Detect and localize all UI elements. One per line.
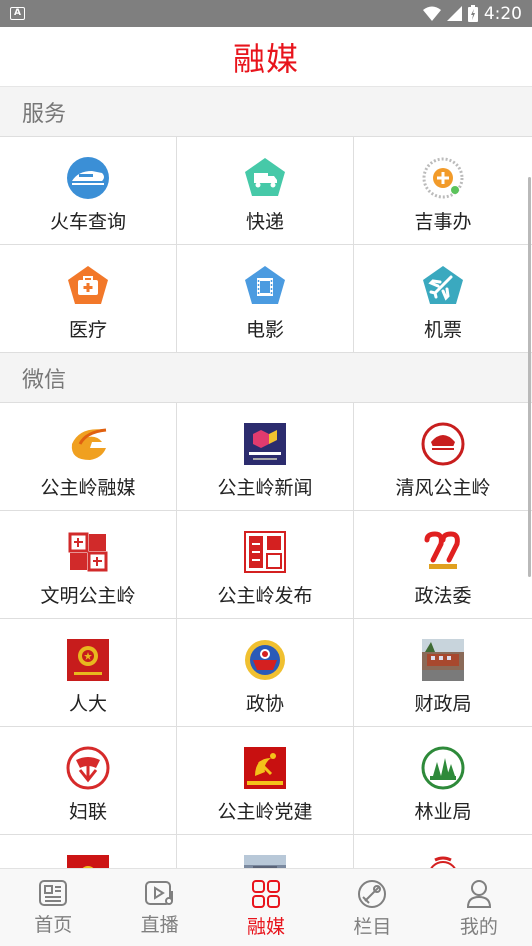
wechat-item-forestry[interactable]: 林业局 — [354, 727, 532, 835]
wenming-seal-icon — [66, 530, 110, 574]
columns-icon — [358, 880, 387, 908]
renda-emblem-icon — [66, 638, 110, 682]
nav-label: 融媒 — [247, 916, 286, 938]
wechat-item-zhengfawei[interactable]: 政法委 — [354, 511, 532, 619]
wechat-item-zhengxie[interactable]: 政协 — [177, 619, 354, 727]
service-label: 快递 — [245, 211, 284, 233]
partial-red-logo-icon — [66, 854, 110, 868]
battery-icon — [467, 5, 478, 22]
wechat-item-women-federation[interactable]: 妇联 — [0, 727, 177, 835]
wechat-item-gzl-news[interactable]: 公主岭新闻 — [177, 403, 354, 511]
bottom-navigation: 首页 直播 融媒 栏目 我的 — [0, 868, 532, 946]
zhengfawei-logo-icon — [421, 530, 465, 574]
nav-label: 直播 — [140, 914, 179, 936]
forestry-bureau-icon — [421, 746, 465, 790]
airplane-icon — [421, 264, 465, 308]
party-building-icon — [243, 746, 287, 790]
delivery-truck-icon — [243, 156, 287, 200]
jishiban-qr-icon — [421, 156, 465, 200]
nav-label: 我的 — [459, 916, 498, 938]
wechat-label: 文明公主岭 — [40, 585, 136, 607]
nav-home[interactable]: 首页 — [0, 869, 106, 946]
wechat-item-partial-2[interactable] — [177, 835, 354, 868]
service-label: 火车查询 — [49, 211, 126, 233]
wechat-label: 公主岭融媒 — [40, 477, 136, 499]
qingfeng-logo-icon — [421, 422, 465, 466]
service-item-movie[interactable]: 电影 — [177, 245, 354, 353]
nav-label: 首页 — [34, 914, 73, 936]
services-grid: 火车查询 快递 吉事办 医疗 电影 机票 — [0, 137, 532, 353]
service-label: 医疗 — [68, 319, 107, 341]
content-scroll-area[interactable]: 服务 火车查询 快递 吉事办 医疗 电影 机票 微信 公主岭融媒 公主岭新闻 清… — [0, 87, 532, 868]
wechat-label: 人大 — [68, 693, 107, 715]
section-header-wechat: 微信 — [0, 353, 532, 403]
scrollbar[interactable] — [528, 177, 531, 577]
service-item-train[interactable]: 火车查询 — [0, 137, 177, 245]
wechat-item-gzl-release[interactable]: 公主岭发布 — [177, 511, 354, 619]
service-label: 吉事办 — [414, 211, 472, 233]
film-icon — [243, 264, 287, 308]
service-label: 机票 — [423, 319, 462, 341]
wechat-item-gzl-media[interactable]: 公主岭融媒 — [0, 403, 177, 511]
gzl-release-seal-icon — [243, 530, 287, 574]
wechat-label: 妇联 — [68, 801, 107, 823]
wechat-item-wenming[interactable]: 文明公主岭 — [0, 511, 177, 619]
wechat-label: 林业局 — [414, 801, 472, 823]
gzl-media-logo-icon — [66, 422, 110, 466]
grid-icon — [252, 880, 281, 908]
wifi-icon — [422, 6, 441, 21]
women-federation-icon — [66, 746, 110, 790]
finance-bureau-photo-icon — [421, 638, 465, 682]
nav-label: 栏目 — [353, 916, 392, 938]
page-title: 融媒 — [232, 39, 299, 78]
news-icon — [39, 880, 68, 906]
nav-media[interactable]: 融媒 — [213, 869, 319, 946]
wechat-label: 清风公主岭 — [395, 477, 491, 499]
partial-logo-icon — [421, 854, 465, 868]
gzl-news-logo-icon — [243, 422, 287, 466]
wechat-item-qingfeng[interactable]: 清风公主岭 — [354, 403, 532, 511]
live-icon — [144, 881, 173, 905]
nav-profile[interactable]: 我的 — [426, 869, 532, 946]
wechat-label: 财政局 — [414, 693, 472, 715]
partial-photo-icon — [243, 854, 287, 868]
train-icon — [66, 156, 110, 200]
wechat-item-finance[interactable]: 财政局 — [354, 619, 532, 727]
service-item-jishiban[interactable]: 吉事办 — [354, 137, 532, 245]
wechat-label: 公主岭新闻 — [217, 477, 313, 499]
medical-kit-icon — [66, 264, 110, 308]
nav-columns[interactable]: 栏目 — [319, 869, 425, 946]
zhengxie-emblem-icon — [243, 638, 287, 682]
service-item-delivery[interactable]: 快递 — [177, 137, 354, 245]
wechat-item-partial-1[interactable] — [0, 835, 177, 868]
wechat-grid: 公主岭融媒 公主岭新闻 清风公主岭 文明公主岭 公主岭发布 政法委 人大 政协 … — [0, 403, 532, 868]
wechat-item-party-building[interactable]: 公主岭党建 — [177, 727, 354, 835]
service-item-medical[interactable]: 医疗 — [0, 245, 177, 353]
nav-live[interactable]: 直播 — [106, 869, 212, 946]
status-bar: A 4:20 — [0, 0, 532, 27]
signal-icon — [446, 6, 462, 21]
wechat-label: 公主岭发布 — [217, 585, 313, 607]
service-item-flights[interactable]: 机票 — [354, 245, 532, 353]
service-label: 电影 — [245, 319, 284, 341]
app-header: 融媒 — [0, 27, 532, 87]
notification-icon: A — [10, 7, 25, 20]
wechat-item-partial-3[interactable] — [354, 835, 532, 868]
section-header-services: 服务 — [0, 87, 532, 137]
user-icon — [466, 880, 491, 908]
wechat-label: 公主岭党建 — [217, 801, 313, 823]
wechat-item-renda[interactable]: 人大 — [0, 619, 177, 727]
wechat-label: 政协 — [245, 693, 284, 715]
wechat-label: 政法委 — [414, 585, 472, 607]
clock: 4:20 — [483, 3, 522, 24]
